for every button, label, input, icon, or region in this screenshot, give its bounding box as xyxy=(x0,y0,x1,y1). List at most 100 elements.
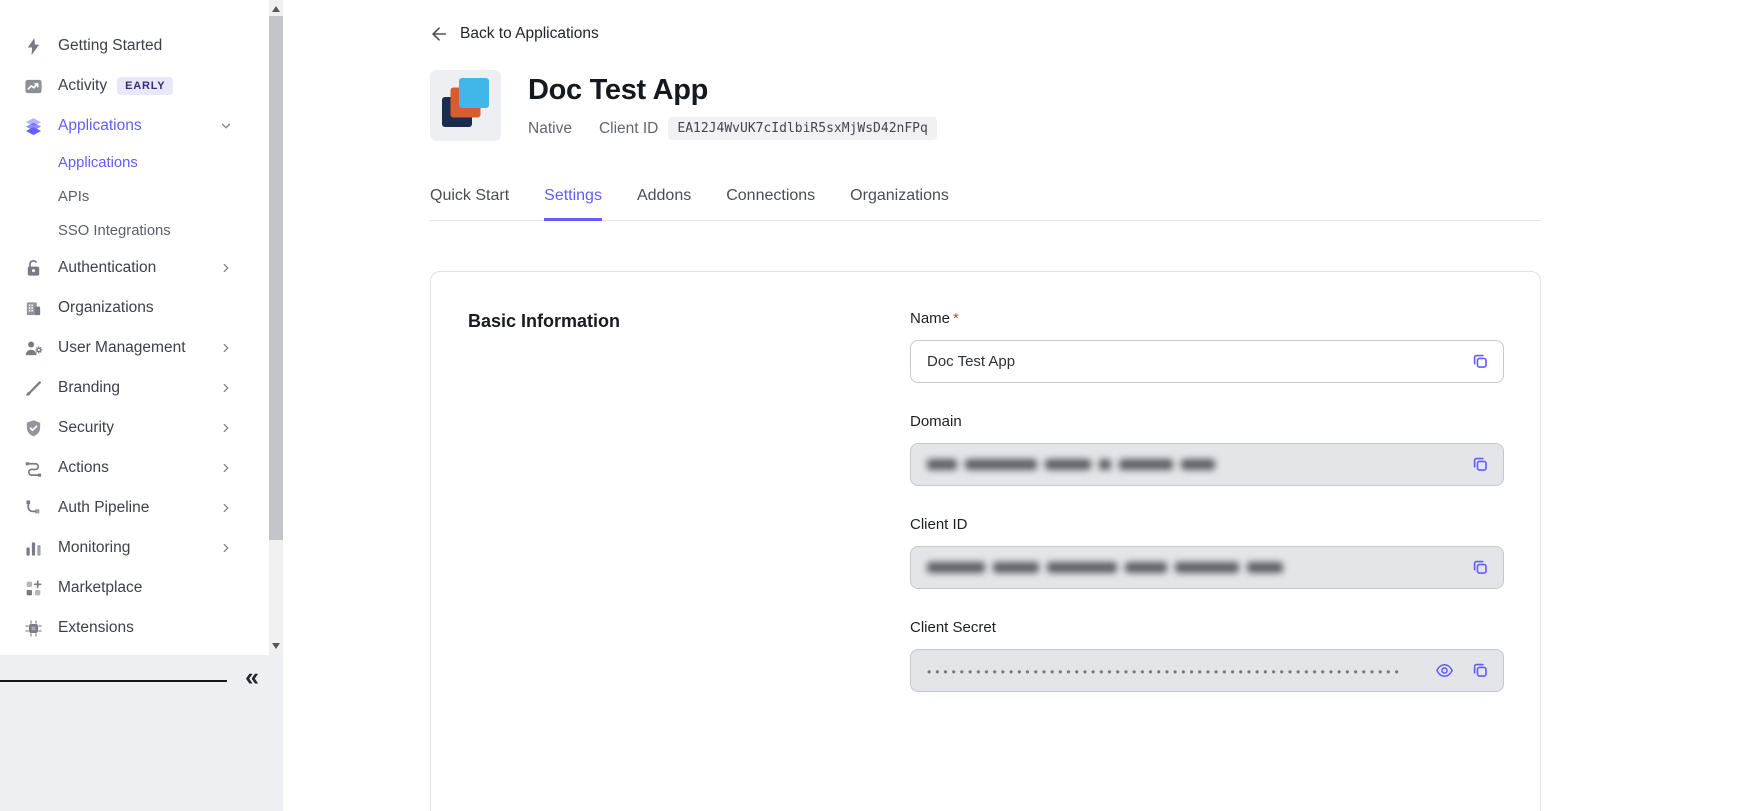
copy-icon xyxy=(1471,352,1490,371)
sidebar-item-label: Actions xyxy=(58,459,109,477)
tab-quick-start[interactable]: Quick Start xyxy=(430,187,509,220)
reveal-client-secret-button[interactable] xyxy=(1433,660,1455,682)
copy-domain-button[interactable] xyxy=(1469,454,1491,476)
tab-connections[interactable]: Connections xyxy=(726,187,815,220)
marketplace-icon xyxy=(24,579,43,598)
sidebar: Getting Started Activity EARLY Applications… xyxy=(0,0,283,811)
lightning-icon xyxy=(24,37,43,56)
main-content: Back to Applications Doc Test App Native… xyxy=(283,0,1763,811)
app-header-text: Doc Test App Native Client ID EA12J4WvUK… xyxy=(528,70,937,141)
masked-client-secret-value: ••••••••••••••••••••••••••••••••••••••••… xyxy=(927,663,1403,679)
chevron-right-icon xyxy=(219,461,233,475)
sidebar-item-label: Monitoring xyxy=(58,539,130,557)
arrow-left-icon xyxy=(430,25,448,43)
sidebar-item-branding[interactable]: Branding xyxy=(0,368,269,408)
sidebar-item-auth-pipeline[interactable]: Auth Pipeline xyxy=(0,488,269,528)
sidebar-footer: « xyxy=(0,655,283,811)
app-meta: Native Client ID EA12J4WvUK7cIdlbiR5sxMj… xyxy=(528,117,937,140)
copy-icon xyxy=(1471,558,1490,577)
layers-icon xyxy=(24,117,43,136)
lock-icon xyxy=(24,259,43,278)
user-gear-icon xyxy=(24,339,43,358)
copy-icon xyxy=(1471,455,1490,474)
back-link-label: Back to Applications xyxy=(460,25,599,43)
sidebar-item-label: Security xyxy=(58,419,114,437)
early-badge: EARLY xyxy=(117,77,173,95)
collapse-sidebar-button[interactable]: « xyxy=(245,663,259,692)
domain-input[interactable] xyxy=(910,443,1504,486)
sidebar-item-label: Organizations xyxy=(58,299,154,317)
sidebar-item-label: Extensions xyxy=(58,619,134,637)
client-secret-field-group: Client Secret ••••••••••••••••••••••••••… xyxy=(910,619,1504,692)
sidebar-item-monitoring[interactable]: Monitoring xyxy=(0,528,269,568)
flow-icon xyxy=(24,459,43,478)
client-id-input[interactable] xyxy=(910,546,1504,589)
name-input-value: Doc Test App xyxy=(927,353,1015,370)
eye-icon xyxy=(1435,661,1454,680)
sidebar-item-label: Branding xyxy=(58,379,120,397)
sidebar-nav: Getting Started Activity EARLY Applications… xyxy=(0,0,269,648)
sidebar-item-organizations[interactable]: Organizations xyxy=(0,288,269,328)
name-input[interactable]: Doc Test App xyxy=(910,340,1504,383)
chevron-down-icon xyxy=(219,119,233,133)
domain-field-group: Domain xyxy=(910,413,1504,486)
tab-organizations[interactable]: Organizations xyxy=(850,187,949,220)
copy-icon xyxy=(1471,661,1490,680)
chevron-right-icon xyxy=(219,381,233,395)
sidebar-item-activity[interactable]: Activity EARLY xyxy=(0,66,269,106)
scrollbar-thumb[interactable] xyxy=(269,16,283,540)
sidebar-item-user-management[interactable]: User Management xyxy=(0,328,269,368)
scroll-down-arrow-icon[interactable] xyxy=(272,643,280,649)
app-header: Doc Test App Native Client ID EA12J4WvUK… xyxy=(430,70,1763,141)
copy-client-id-button[interactable] xyxy=(1469,557,1491,579)
sidebar-scrollbar[interactable] xyxy=(269,0,283,655)
sidebar-subitem-sso-integrations[interactable]: SSO Integrations xyxy=(0,214,269,248)
copy-client-secret-button[interactable] xyxy=(1469,660,1491,682)
extensions-icon xyxy=(24,619,43,638)
name-label: Name* xyxy=(910,310,1504,327)
basic-information-section: Basic Information Name* Doc Test App xyxy=(431,272,1540,722)
sidebar-item-marketplace[interactable]: Marketplace xyxy=(0,568,269,608)
copy-name-button[interactable] xyxy=(1469,351,1491,373)
sidebar-item-label: User Management xyxy=(58,339,186,357)
client-secret-label: Client Secret xyxy=(910,619,1504,636)
paintbrush-icon xyxy=(24,379,43,398)
client-id-field-group: Client ID xyxy=(910,516,1504,589)
chevron-right-icon xyxy=(219,421,233,435)
redacted-client-id-value xyxy=(927,562,1283,573)
chevron-right-icon xyxy=(219,261,233,275)
chevron-right-icon xyxy=(219,541,233,555)
client-id-label: Client ID xyxy=(599,120,658,138)
name-field-group: Name* Doc Test App xyxy=(910,310,1504,383)
required-marker: * xyxy=(953,310,959,327)
tab-settings[interactable]: Settings xyxy=(544,187,602,220)
app-logo xyxy=(430,70,501,141)
app-type-label: Native xyxy=(528,120,572,138)
sidebar-item-getting-started[interactable]: Getting Started xyxy=(0,26,269,66)
client-secret-input[interactable]: ••••••••••••••••••••••••••••••••••••••••… xyxy=(910,649,1504,692)
sidebar-item-label: Applications xyxy=(58,117,142,135)
sidebar-item-authentication[interactable]: Authentication xyxy=(0,248,269,288)
activity-chart-icon xyxy=(24,77,43,96)
tab-addons[interactable]: Addons xyxy=(637,187,691,220)
sidebar-subitem-applications[interactable]: Applications xyxy=(0,146,269,180)
sidebar-item-label: Activity xyxy=(58,77,107,95)
back-to-applications-link[interactable]: Back to Applications xyxy=(430,25,599,43)
client-id-field-label: Client ID xyxy=(910,516,1504,533)
sidebar-item-applications[interactable]: Applications xyxy=(0,106,269,146)
pipeline-icon xyxy=(24,499,43,518)
sidebar-subitem-apis[interactable]: APIs xyxy=(0,180,269,214)
sidebar-item-label: Auth Pipeline xyxy=(58,499,149,517)
scroll-up-arrow-icon[interactable] xyxy=(272,6,280,12)
shield-icon xyxy=(24,419,43,438)
sidebar-item-actions[interactable]: Actions xyxy=(0,448,269,488)
client-id-meta: Client ID EA12J4WvUK7cIdlbiR5sxMjWsD42nF… xyxy=(599,117,937,140)
sidebar-item-security[interactable]: Security xyxy=(0,408,269,448)
section-title: Basic Information xyxy=(468,310,910,722)
sidebar-item-label: Marketplace xyxy=(58,579,142,597)
redacted-domain-value xyxy=(927,459,1215,470)
basic-information-form: Name* Doc Test App xyxy=(910,310,1504,722)
client-id-badge: EA12J4WvUK7cIdlbiR5sxMjWsD42nFPq xyxy=(668,117,936,140)
sidebar-item-extensions[interactable]: Extensions xyxy=(0,608,269,648)
auth0-dashboard: Getting Started Activity EARLY Applications… xyxy=(0,0,1763,811)
